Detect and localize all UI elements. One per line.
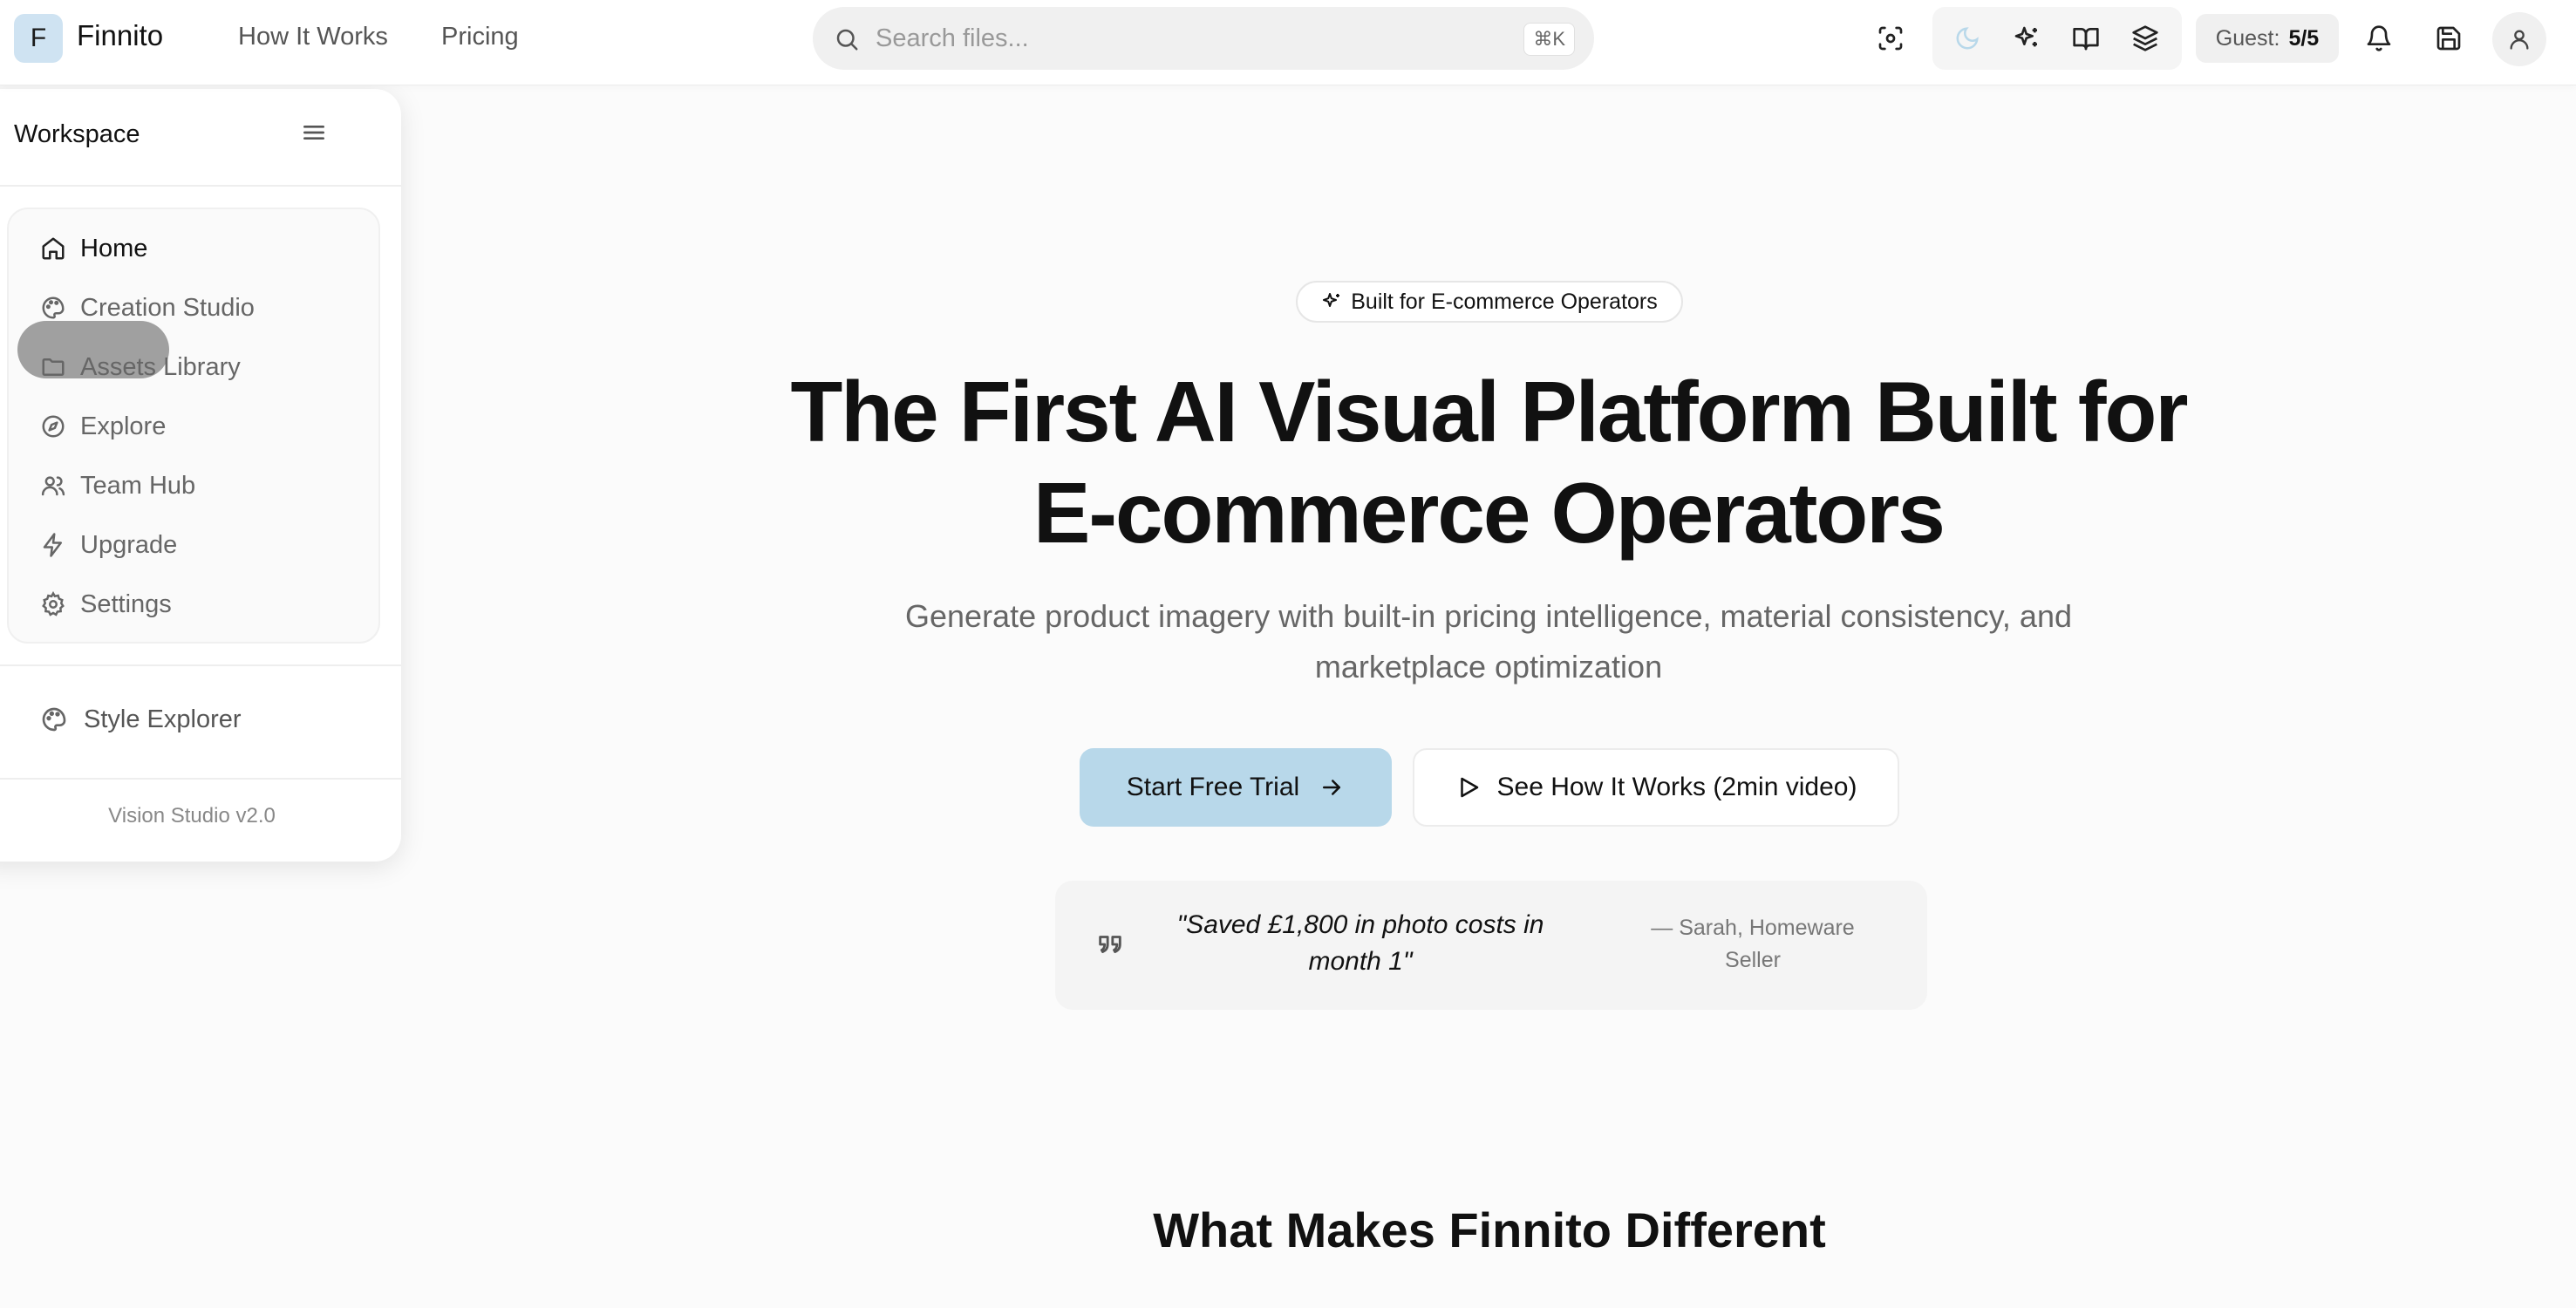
style-explorer-label: Style Explorer bbox=[84, 705, 242, 733]
ai-sparkle-button[interactable] bbox=[2006, 17, 2048, 59]
sidebar-item-assets-library[interactable]: Assets Library bbox=[40, 347, 241, 387]
guest-credits-badge: Guest: 5/5 bbox=[2196, 14, 2339, 63]
bell-icon bbox=[2365, 24, 2393, 52]
gear-icon bbox=[40, 591, 66, 617]
palette-icon bbox=[40, 705, 68, 733]
top-bar: F Finnito How It Works Pricing ⌘K bbox=[0, 0, 2576, 85]
start-free-trial-label: Start Free Trial bbox=[1126, 773, 1300, 801]
nav-pricing[interactable]: Pricing bbox=[441, 23, 519, 51]
sidebar-menu-button[interactable] bbox=[300, 119, 328, 146]
compass-icon bbox=[40, 413, 66, 439]
search-icon bbox=[834, 26, 860, 52]
hero-badge: Built for E-commerce Operators bbox=[1296, 281, 1683, 323]
sidebar-title: Workspace bbox=[14, 120, 140, 148]
guest-label: Guest: bbox=[2215, 25, 2280, 51]
logo-badge[interactable]: F bbox=[14, 14, 63, 63]
notifications-button[interactable] bbox=[2358, 17, 2400, 59]
sidebar-item-explore[interactable]: Explore bbox=[40, 406, 166, 446]
hero-title-line-1: The First AI Visual Platform Built for bbox=[790, 364, 2188, 460]
testimonial-quote: "Saved £1,800 in photo costs in month 1" bbox=[1176, 910, 1544, 976]
logo-letter: F bbox=[30, 24, 47, 52]
search-shortcut-badge: ⌘K bbox=[1523, 23, 1575, 56]
theme-toggle-button[interactable] bbox=[1946, 17, 1988, 59]
style-explorer-link[interactable]: Style Explorer bbox=[40, 699, 242, 739]
sidebar-item-label: Explore bbox=[80, 412, 167, 440]
users-icon bbox=[40, 473, 66, 499]
sidebar-item-label: Settings bbox=[80, 589, 172, 618]
sidebar-divider bbox=[0, 778, 401, 780]
nav-how-it-works[interactable]: How It Works bbox=[238, 23, 388, 51]
brand-name[interactable]: Finnito bbox=[77, 19, 163, 52]
sidebar-item-settings[interactable]: Settings bbox=[40, 584, 172, 624]
palette-icon bbox=[40, 295, 66, 321]
app-version: Vision Studio v2.0 bbox=[108, 804, 276, 828]
book-open-icon bbox=[2072, 24, 2100, 52]
hero-title-line-2: E-commerce Operators bbox=[1033, 465, 1946, 561]
scan-icon bbox=[1877, 24, 1905, 52]
zap-icon bbox=[40, 532, 66, 558]
watch-video-label: See How It Works (2min video) bbox=[1496, 773, 1857, 801]
layers-button[interactable] bbox=[2124, 17, 2166, 59]
layers-icon bbox=[2131, 24, 2159, 52]
user-avatar-button[interactable] bbox=[2492, 12, 2546, 66]
start-free-trial-button[interactable]: Start Free Trial bbox=[1080, 748, 1392, 827]
sparkles-icon bbox=[1321, 291, 1342, 312]
testimonial-card: "Saved £1,800 in photo costs in month 1"… bbox=[1055, 881, 1927, 1010]
quote-icon bbox=[1095, 930, 1125, 959]
sidebar-item-creation-studio[interactable]: Creation Studio bbox=[40, 288, 255, 328]
section-title: What Makes Finnito Different bbox=[1153, 1202, 1826, 1257]
play-icon bbox=[1455, 774, 1482, 800]
sidebar-divider bbox=[0, 664, 401, 666]
moon-icon bbox=[1954, 25, 1980, 51]
sidebar-item-home[interactable]: Home bbox=[40, 228, 147, 269]
sidebar-item-upgrade[interactable]: Upgrade bbox=[40, 525, 177, 565]
sidebar-item-label: Upgrade bbox=[80, 530, 178, 559]
sidebar-item-label: Team Hub bbox=[80, 471, 196, 500]
guest-count: 5/5 bbox=[2288, 25, 2320, 51]
home-icon bbox=[40, 235, 66, 262]
sidebar-item-label: Home bbox=[80, 234, 148, 262]
sidebar-item-team-hub[interactable]: Team Hub bbox=[40, 466, 195, 506]
workspace-sidebar: Workspace Home Creation Studio Assets Li… bbox=[0, 89, 401, 862]
arrow-right-icon bbox=[1319, 774, 1345, 800]
testimonial-author: — Sarah, Homeware Seller bbox=[1651, 916, 1855, 972]
hero-title: The First AI Visual Platform Built for E… bbox=[715, 361, 2262, 563]
hero-badge-label: Built for E-commerce Operators bbox=[1351, 289, 1658, 314]
user-icon bbox=[2507, 27, 2532, 51]
menu-icon bbox=[300, 119, 328, 146]
sidebar-item-label: Creation Studio bbox=[80, 293, 255, 322]
search-input[interactable] bbox=[874, 17, 1432, 59]
search-bar[interactable]: ⌘K bbox=[813, 7, 1594, 70]
scan-button[interactable] bbox=[1870, 17, 1912, 59]
docs-button[interactable] bbox=[2065, 17, 2107, 59]
folder-icon bbox=[40, 354, 66, 380]
watch-video-button[interactable]: See How It Works (2min video) bbox=[1413, 748, 1899, 827]
sparkles-icon bbox=[2013, 24, 2041, 52]
save-button[interactable] bbox=[2428, 17, 2470, 59]
sidebar-divider bbox=[0, 185, 401, 187]
save-icon bbox=[2435, 24, 2463, 52]
sidebar-item-label: Assets Library bbox=[80, 352, 241, 381]
hero-subtitle: Generate product imagery with built-in p… bbox=[905, 598, 2072, 685]
